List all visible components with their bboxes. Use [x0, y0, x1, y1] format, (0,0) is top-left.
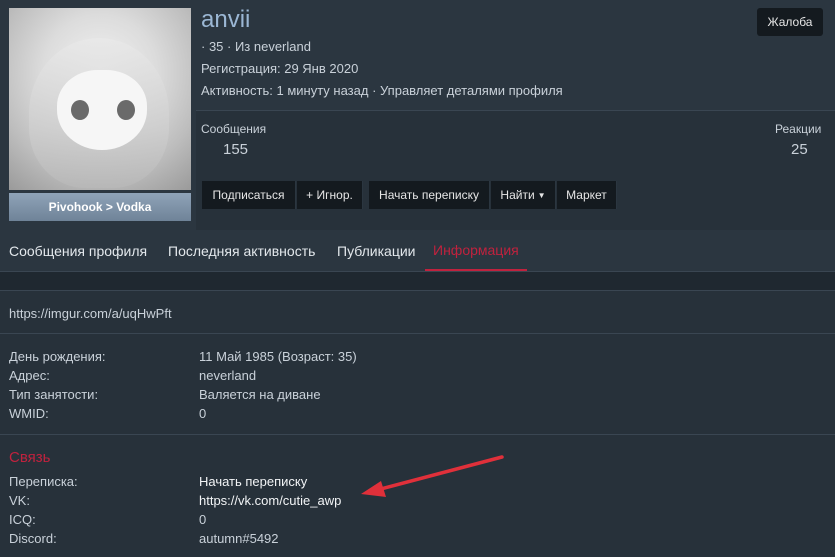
location-label: Адрес:: [9, 368, 50, 383]
profile-tabs: Сообщения профиля Последняя активность П…: [0, 230, 835, 272]
icq-label: ICQ:: [9, 512, 36, 527]
divider: [0, 434, 835, 435]
conversation-label: Переписка:: [9, 474, 78, 489]
about-link[interactable]: https://imgur.com/a/uqHwPft: [9, 306, 172, 321]
annotation-arrow-icon: [361, 455, 504, 497]
profile-stats-panel: [196, 110, 835, 230]
market-button[interactable]: Маркет: [557, 181, 617, 209]
report-button[interactable]: Жалоба: [757, 8, 823, 36]
wmid-label: WMID:: [9, 406, 49, 421]
avatar[interactable]: [9, 8, 191, 190]
birthday-label: День рождения:: [9, 349, 106, 364]
subscribe-button[interactable]: Подписаться: [202, 181, 296, 209]
vk-link[interactable]: https://vk.com/cutie_awp: [199, 493, 341, 508]
reactions-label: Реакции: [775, 122, 822, 136]
wmid-value: 0: [199, 406, 207, 421]
start-conversation-button[interactable]: Начать переписку: [369, 181, 490, 209]
contact-section-title: Связь: [9, 449, 51, 466]
messages-label: Сообщения: [201, 122, 267, 136]
discord-label: Discord:: [9, 531, 57, 546]
tab-about[interactable]: Информация: [425, 230, 527, 271]
find-label: Найти: [500, 188, 535, 202]
ignore-button[interactable]: + Игнор.: [297, 181, 363, 209]
profile-activity: Активность: 1 минуту назад · Управляет д…: [201, 83, 563, 98]
discord-value: autumn#5492: [199, 531, 279, 546]
username: anvii: [201, 6, 251, 33]
profile-registration: Регистрация: 29 Янв 2020: [201, 61, 359, 76]
occupation-label: Тип занятости:: [9, 387, 99, 402]
occupation-value: Валяется на диване: [199, 387, 321, 402]
messages-count[interactable]: 155: [223, 141, 248, 158]
icq-value: 0: [199, 512, 207, 527]
avatar-eye-left: [71, 100, 89, 120]
avatar-eye-right: [117, 100, 135, 120]
tab-postings[interactable]: Публикации: [337, 230, 415, 271]
birthday-value: 11 Май 1985 (Возраст: 35): [199, 349, 357, 364]
user-title-banner: Pivohook > Vodka: [9, 193, 191, 221]
tab-latest-activity[interactable]: Последняя активность: [168, 230, 315, 271]
divider: [0, 333, 835, 334]
vk-label: VK:: [9, 493, 30, 508]
profile-age-location: · 35 · Из neverland: [201, 39, 311, 54]
chevron-down-icon: ▼: [537, 190, 546, 200]
reactions-count[interactable]: 25: [791, 141, 808, 158]
start-conversation-link[interactable]: Начать переписку: [199, 474, 307, 489]
find-dropdown-button[interactable]: Найти ▼: [491, 181, 556, 209]
about-panel: [0, 290, 835, 557]
tab-profile-posts[interactable]: Сообщения профиля: [9, 230, 147, 271]
location-value[interactable]: neverland: [199, 368, 256, 383]
